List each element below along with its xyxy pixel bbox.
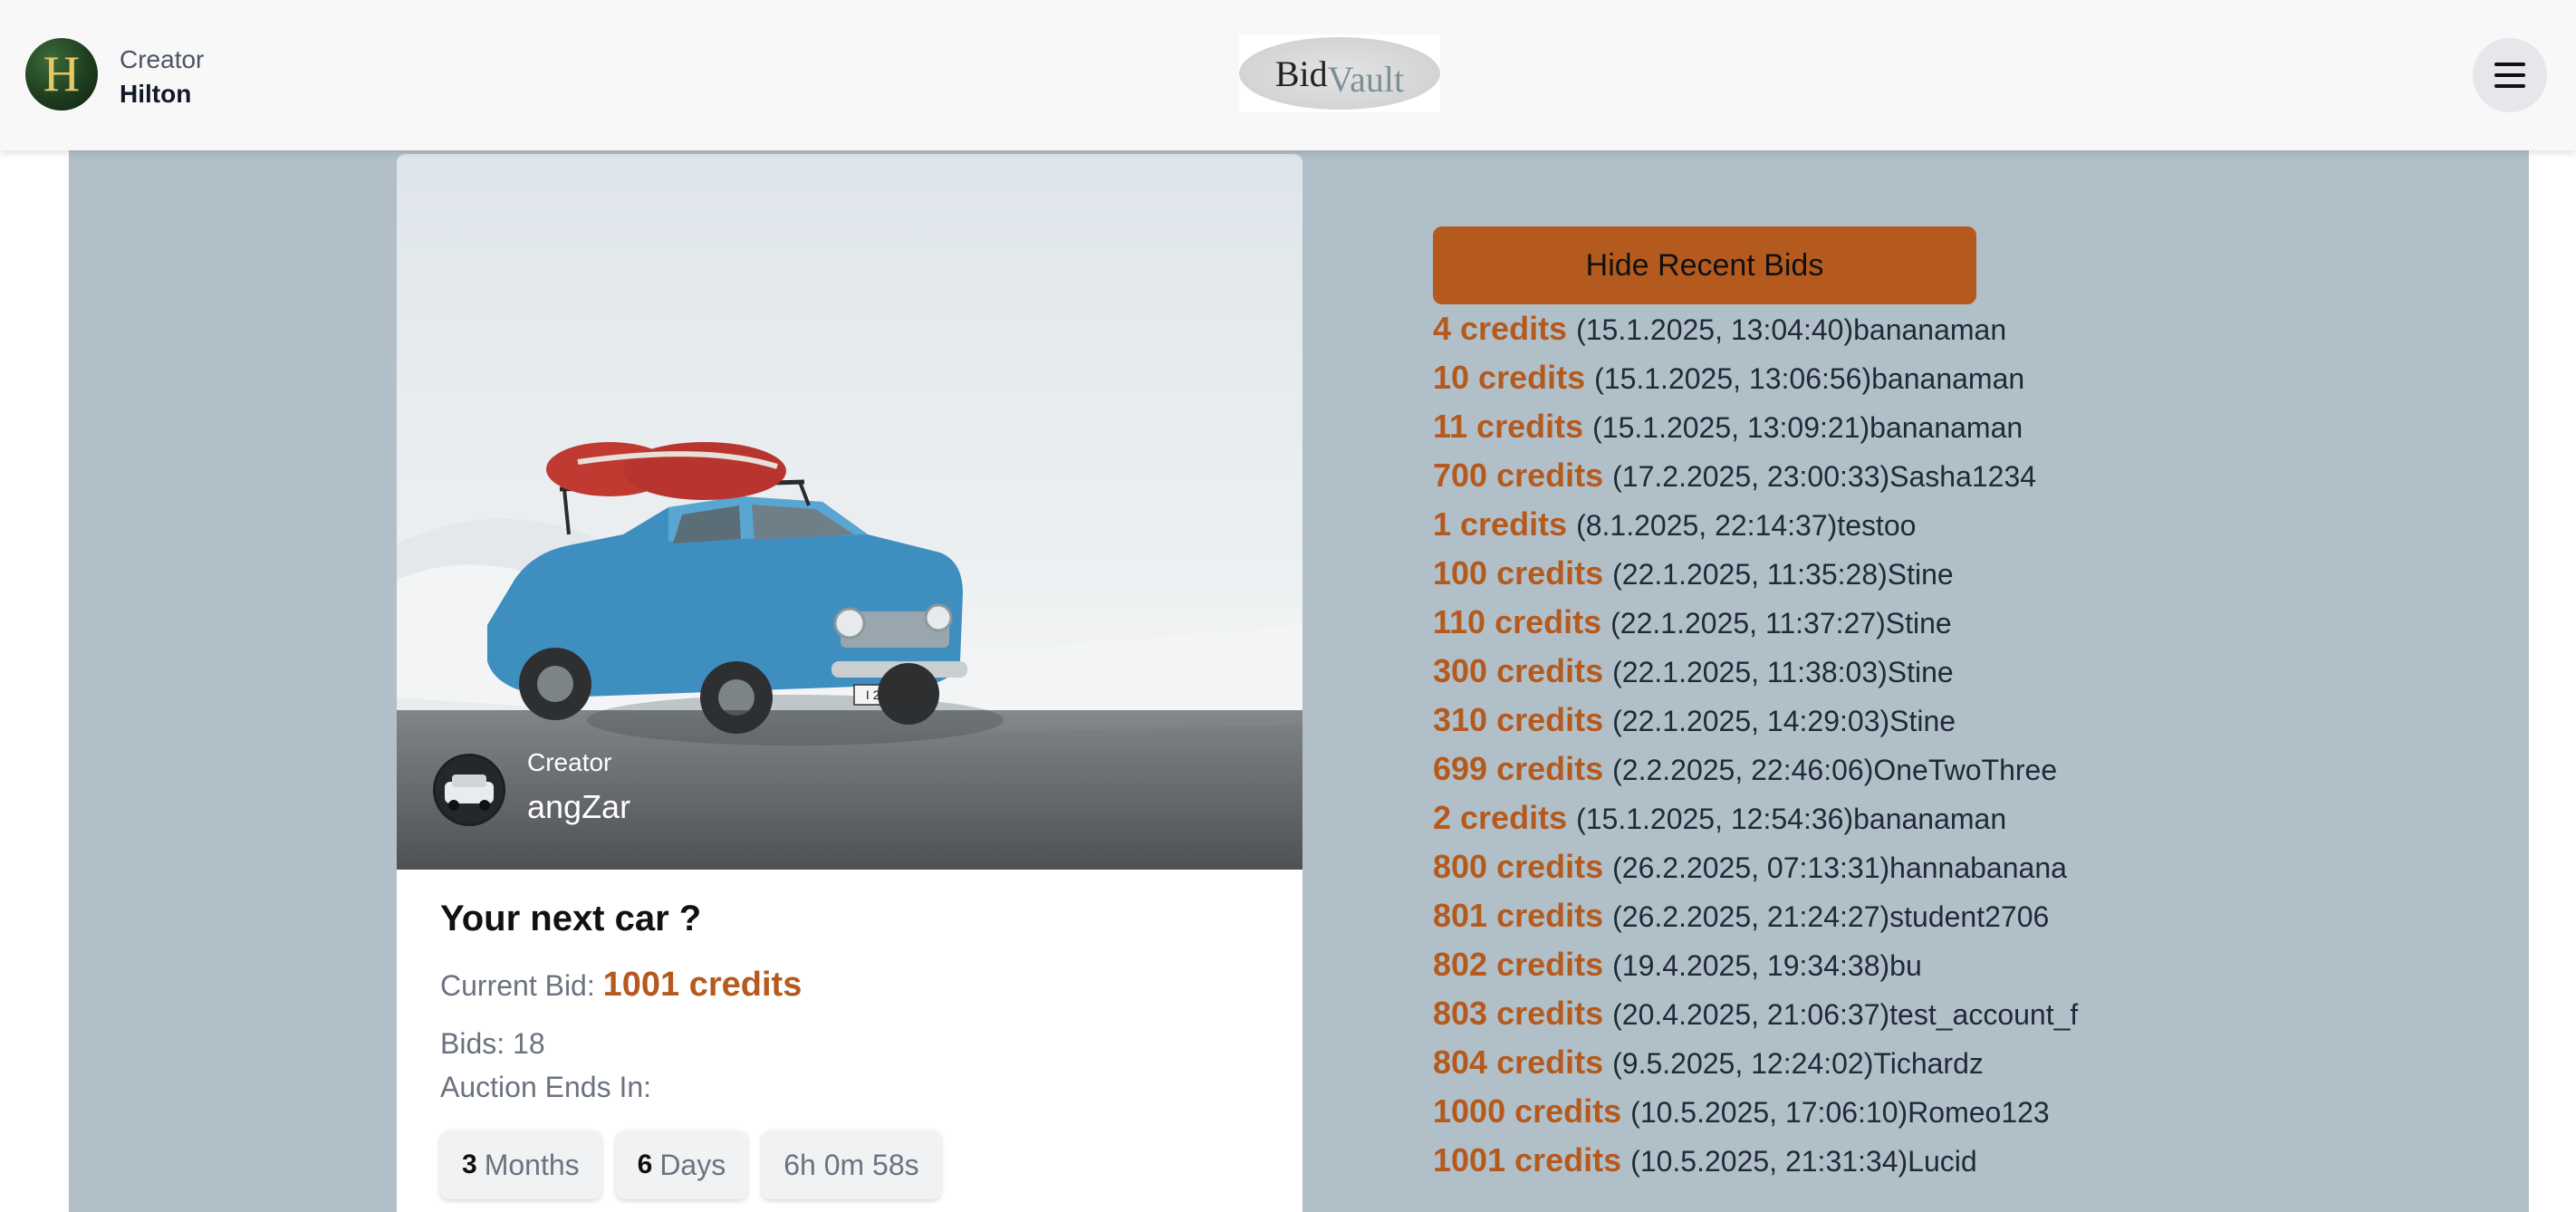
bid-amount: 803 credits <box>1433 995 1604 1032</box>
current-bid-label: Current Bid: <box>440 969 595 1002</box>
bid-entry: 300 credits (22.1.2025, 11:38:03)Stine <box>1433 652 2078 701</box>
bid-meta: (22.1.2025, 11:38:03)Stine <box>1612 656 1954 688</box>
hamburger-icon <box>2494 63 2525 88</box>
bid-meta: (15.1.2025, 12:54:36)bananaman <box>1576 803 2007 835</box>
bid-meta: (10.5.2025, 17:06:10)Romeo123 <box>1630 1096 2050 1129</box>
bid-meta: (2.2.2025, 22:46:06)OneTwoThree <box>1612 754 2058 786</box>
bid-amount: 700 credits <box>1433 457 1604 494</box>
countdown-days-label: Days <box>659 1148 726 1181</box>
bid-entry: 803 credits (20.4.2025, 21:06:37)test_acc… <box>1433 995 2078 1044</box>
bid-meta: (20.4.2025, 21:06:37)test_account_f <box>1612 998 2079 1031</box>
bid-meta: (22.1.2025, 11:37:27)Stine <box>1610 607 1952 640</box>
user-name: Hilton <box>120 80 192 108</box>
logo-text-vault: Vault <box>1327 58 1405 100</box>
bid-amount: 699 credits <box>1433 750 1604 787</box>
bid-amount: 4 credits <box>1433 310 1568 347</box>
bid-entry: 802 credits (19.4.2025, 19:34:38)bu <box>1433 946 2078 995</box>
bid-meta: (15.1.2025, 13:09:21)bananaman <box>1592 411 2023 444</box>
bid-meta: (17.2.2025, 23:00:33)Sasha1234 <box>1612 460 2037 493</box>
user-avatar[interactable]: H <box>25 38 98 111</box>
hide-recent-bids-button[interactable]: Hide Recent Bids <box>1433 226 1976 304</box>
countdown-months: 3 Months <box>440 1130 601 1199</box>
bid-meta: (15.1.2025, 13:04:40)bananaman <box>1576 313 2007 346</box>
bid-meta: (26.2.2025, 21:24:27)student2706 <box>1612 900 2050 933</box>
bid-entry: 801 credits (26.2.2025, 21:24:27)student2… <box>1433 897 2078 946</box>
bid-amount: 300 credits <box>1433 652 1604 689</box>
current-bid: Current Bid: 1001 credits <box>440 966 802 1005</box>
creator-name[interactable]: angZar <box>527 788 630 826</box>
bid-entry: 10 credits (15.1.2025, 13:06:56)bananaman <box>1433 359 2078 408</box>
bid-entry: 804 credits (9.5.2025, 12:24:02)Tichardz <box>1433 1044 2078 1092</box>
auction-image[interactable]: I 2430 B Creator <box>397 154 1302 870</box>
logo-badge: Bid Vault <box>1239 37 1440 110</box>
bid-meta: (19.4.2025, 19:34:38)bu <box>1612 949 1922 982</box>
bid-entry: 110 credits (22.1.2025, 11:37:27)Stine <box>1433 603 2078 652</box>
bid-amount: 800 credits <box>1433 848 1604 885</box>
bid-meta: (15.1.2025, 13:06:56)bananaman <box>1594 362 2025 395</box>
user-avatar-initial: H <box>43 46 81 102</box>
user-role: Creator <box>120 45 205 73</box>
bid-meta: (8.1.2025, 22:14:37)testoo <box>1576 509 1917 542</box>
bid-entry: 800 credits (26.2.2025, 07:13:31)hannaban… <box>1433 848 2078 897</box>
bid-entry: 699 credits (2.2.2025, 22:46:06)OneTwoThr… <box>1433 750 2078 799</box>
bid-amount: 11 credits <box>1433 408 1584 445</box>
bid-entry: 11 credits (15.1.2025, 13:09:21)bananaman <box>1433 408 2078 457</box>
bid-entry: 700 credits (17.2.2025, 23:00:33)Sasha123… <box>1433 457 2078 505</box>
user-info[interactable]: Creator Hilton <box>120 43 204 112</box>
creator-label: Creator <box>527 748 612 776</box>
bid-amount: 2 credits <box>1433 799 1568 836</box>
menu-button[interactable] <box>2473 38 2547 112</box>
creator-car-thumbnail-icon <box>436 756 503 823</box>
bid-amount: 804 credits <box>1433 1044 1604 1081</box>
bid-amount: 110 credits <box>1433 603 1602 640</box>
bid-entry: 100 credits (22.1.2025, 11:35:28)Stine <box>1433 554 2078 603</box>
bid-entry: 1 credits (8.1.2025, 22:14:37)testoo <box>1433 505 2078 554</box>
bid-amount: 100 credits <box>1433 554 1604 592</box>
bid-entry: 2 credits (15.1.2025, 12:54:36)bananaman <box>1433 799 2078 848</box>
bids-count: Bids: 18 <box>440 1027 545 1060</box>
bid-meta: (10.5.2025, 21:31:34)Lucid <box>1630 1145 1977 1178</box>
bid-entry: 4 credits (15.1.2025, 13:04:40)bananaman <box>1433 310 2078 359</box>
countdown-timer: 3 Months 6 Days 6h 0m 58s <box>440 1130 941 1199</box>
bid-amount: 310 credits <box>1433 701 1604 738</box>
logo-text-bid: Bid <box>1274 53 1328 94</box>
bid-entry: 1001 credits (10.5.2025, 21:31:34)Lucid <box>1433 1141 2078 1190</box>
countdown-days: 6 Days <box>615 1130 748 1199</box>
auction-title: Your next car ? <box>440 899 702 938</box>
countdown-months-number: 3 <box>462 1149 477 1179</box>
auction-ends-label: Auction Ends In: <box>440 1071 652 1103</box>
bid-meta: (26.2.2025, 07:13:31)hannabanana <box>1612 851 2067 884</box>
creator-avatar[interactable] <box>433 754 505 826</box>
current-bid-value: 1001 credits <box>602 966 803 1004</box>
bid-meta: (22.1.2025, 11:35:28)Stine <box>1612 558 1954 591</box>
top-navbar: H Creator Hilton Bid Vault <box>0 0 2576 150</box>
bid-amount: 801 credits <box>1433 897 1604 934</box>
countdown-time: 6h 0m 58s <box>762 1130 941 1199</box>
bidvault-logo[interactable]: Bid Vault <box>1239 34 1440 112</box>
bid-amount: 1 credits <box>1433 505 1568 543</box>
auction-card: I 2430 B Creator <box>397 154 1302 1212</box>
bid-amount: 1001 credits <box>1433 1141 1622 1178</box>
bid-meta: (9.5.2025, 12:24:02)Tichardz <box>1612 1047 1984 1080</box>
bid-amount: 1000 credits <box>1433 1092 1622 1130</box>
bid-amount: 802 credits <box>1433 946 1604 983</box>
bid-entry: 310 credits (22.1.2025, 14:29:03)Stine <box>1433 701 2078 750</box>
countdown-time-value: 6h 0m 58s <box>783 1148 919 1181</box>
bid-amount: 10 credits <box>1433 359 1586 396</box>
bid-entry: 1000 credits (10.5.2025, 17:06:10)Romeo12… <box>1433 1092 2078 1141</box>
bid-meta: (22.1.2025, 14:29:03)Stine <box>1612 705 1956 737</box>
countdown-months-label: Months <box>484 1148 580 1181</box>
recent-bids-list: 4 credits (15.1.2025, 13:04:40)bananaman 1… <box>1433 310 2078 1190</box>
countdown-days-number: 6 <box>637 1149 653 1179</box>
